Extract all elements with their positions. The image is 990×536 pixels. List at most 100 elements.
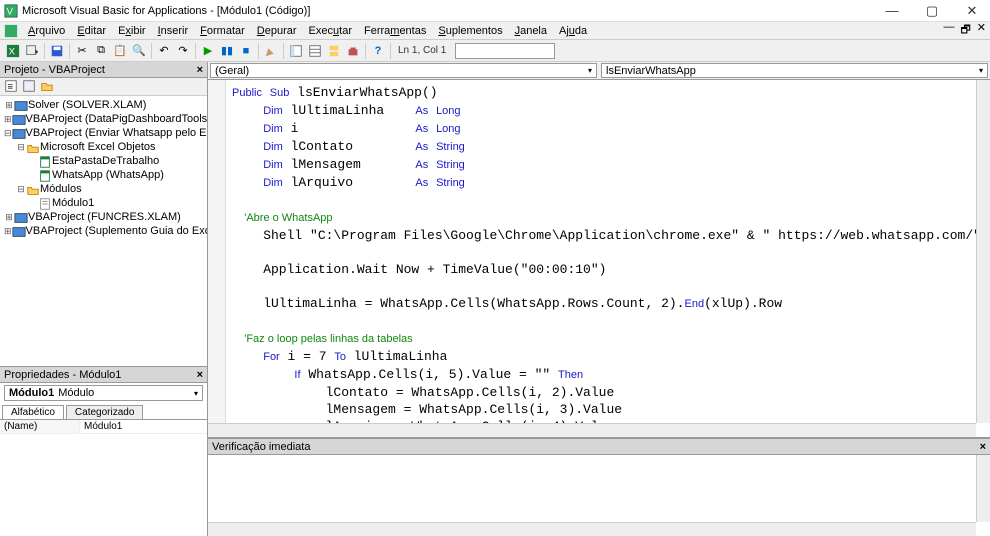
project-tree[interactable]: ⊞ Solver (SOLVER.XLAM)⊞VBAProject (DataPi…: [0, 96, 207, 366]
tree-node[interactable]: ⊟Módulos: [2, 182, 205, 196]
tree-node-label: VBAProject (Suplemento Guia do Excel.xla…: [26, 224, 207, 238]
toolbar-object-dropdown[interactable]: [455, 43, 555, 59]
object-browser-icon[interactable]: [325, 42, 343, 60]
tree-expander-icon[interactable]: ⊟: [4, 126, 12, 140]
chevron-down-icon: ▾: [194, 389, 198, 398]
tree-node[interactable]: ⊞ Solver (SOLVER.XLAM): [2, 98, 205, 112]
immediate-pane-close-icon[interactable]: ×: [980, 441, 986, 453]
proj-icon: [14, 99, 26, 111]
properties-tab-categorized[interactable]: Categorizado: [66, 405, 143, 419]
cut-icon[interactable]: ✂: [73, 42, 91, 60]
code-editor[interactable]: Public Sub lsEnviarWhatsApp() Dim lUltim…: [208, 80, 990, 438]
break-icon[interactable]: ▮▮: [218, 42, 236, 60]
menu-formatar[interactable]: Formatar: [194, 24, 251, 38]
menu-ferramentas[interactable]: Ferramentas: [358, 24, 432, 38]
code-object-combo[interactable]: (Geral) ▾: [210, 63, 597, 78]
tree-node[interactable]: ⊟Microsoft Excel Objetos: [2, 140, 205, 154]
menu-arquivo[interactable]: Arquivo: [22, 24, 71, 38]
properties-grid[interactable]: (Name) Módulo1: [0, 420, 207, 536]
menu-executar[interactable]: Executar: [303, 24, 358, 38]
maximize-button[interactable]: ▢: [918, 3, 946, 19]
properties-combo-name: Módulo1: [9, 387, 54, 399]
code-procedure-value: lsEnviarWhatsApp: [606, 65, 696, 77]
tree-node[interactable]: EstaPastaDeTrabalho: [2, 154, 205, 168]
tree-node-label: WhatsApp (WhatsApp): [52, 168, 164, 182]
toggle-folders-icon[interactable]: [40, 79, 56, 95]
insert-dropdown-icon[interactable]: [23, 42, 41, 60]
tree-node[interactable]: WhatsApp (WhatsApp): [2, 168, 205, 182]
code-object-value: (Geral): [215, 65, 249, 77]
vertical-scrollbar[interactable]: [976, 80, 990, 423]
module-icon: [38, 197, 50, 209]
copy-icon[interactable]: ⧉: [92, 42, 110, 60]
reset-icon[interactable]: ■: [237, 42, 255, 60]
paste-icon[interactable]: 📋: [111, 42, 129, 60]
proj-icon: [12, 225, 24, 237]
tree-expander-icon[interactable]: ⊞: [4, 210, 14, 224]
vertical-scrollbar[interactable]: [976, 455, 990, 522]
proj-icon: [12, 127, 24, 139]
properties-object-combo[interactable]: Módulo1 Módulo ▾: [4, 385, 203, 401]
design-mode-icon[interactable]: [262, 42, 280, 60]
mdi-restore-button[interactable]: 🗗: [960, 21, 970, 40]
close-button[interactable]: ✕: [958, 3, 986, 19]
property-value[interactable]: Módulo1: [80, 420, 207, 433]
svg-text:V: V: [7, 6, 14, 17]
project-explorer-icon[interactable]: [287, 42, 305, 60]
tree-expander-icon[interactable]: ⊟: [16, 140, 26, 154]
mdi-minimize-button[interactable]: —: [943, 21, 954, 40]
save-icon[interactable]: [48, 42, 66, 60]
code-margin: [208, 80, 226, 437]
tree-node[interactable]: ⊟VBAProject (Enviar Whatsapp pelo Excel …: [2, 126, 205, 140]
vba-app-icon: V: [4, 4, 18, 18]
tree-node-label: Solver (SOLVER.XLAM): [28, 98, 146, 112]
sheet-icon: [38, 155, 50, 167]
horizontal-scrollbar[interactable]: [208, 423, 976, 437]
immediate-window[interactable]: [208, 455, 990, 536]
tree-node[interactable]: Módulo1: [2, 196, 205, 210]
menu-depurar[interactable]: Depurar: [251, 24, 303, 38]
tree-expander-icon[interactable]: ⊞: [4, 98, 14, 112]
tree-node[interactable]: ⊞VBAProject (FUNCRES.XLAM): [2, 210, 205, 224]
menu-janela[interactable]: Janela: [509, 24, 553, 38]
proj-icon: [12, 113, 24, 125]
find-icon[interactable]: 🔍: [130, 42, 148, 60]
mdi-system-icon[interactable]: [4, 24, 18, 38]
undo-icon[interactable]: ↶: [155, 42, 173, 60]
run-icon[interactable]: ▶: [199, 42, 217, 60]
svg-text:X: X: [9, 46, 16, 57]
svg-text:≡: ≡: [8, 81, 14, 92]
properties-pane-title: Propriedades - Módulo1: [4, 369, 121, 381]
properties-combo-type: Módulo: [58, 387, 94, 399]
view-code-icon[interactable]: ≡: [4, 79, 20, 95]
project-pane-close-icon[interactable]: ×: [197, 64, 203, 76]
menu-exibir[interactable]: Exibir: [112, 24, 152, 38]
tree-expander-icon[interactable]: ⊞: [4, 224, 12, 238]
menu-editar[interactable]: Editar: [71, 24, 112, 38]
horizontal-scrollbar[interactable]: [208, 522, 976, 536]
proj-icon: [14, 211, 26, 223]
tree-expander-icon[interactable]: ⊟: [16, 182, 26, 196]
menu-ajuda[interactable]: Ajuda: [553, 24, 593, 38]
tree-expander-icon[interactable]: ⊞: [4, 112, 12, 126]
menu-suplementos[interactable]: Suplementos: [432, 24, 508, 38]
help-icon[interactable]: ?: [369, 42, 387, 60]
minimize-button[interactable]: —: [878, 3, 906, 19]
properties-pane-header: Propriedades - Módulo1 ×: [0, 367, 207, 383]
properties-tab-alphabetic[interactable]: Alfabético: [2, 405, 64, 419]
properties-pane-close-icon[interactable]: ×: [197, 369, 203, 381]
tree-node[interactable]: ⊞ VBAProject (Suplemento Guia do Excel.xl…: [2, 224, 205, 238]
view-excel-icon[interactable]: X: [4, 42, 22, 60]
mdi-close-button[interactable]: ✕: [977, 21, 986, 40]
chevron-down-icon: ▾: [979, 66, 983, 75]
toolbox-icon[interactable]: [344, 42, 362, 60]
properties-icon[interactable]: [306, 42, 324, 60]
property-row: (Name) Módulo1: [0, 420, 207, 434]
redo-icon[interactable]: ↷: [174, 42, 192, 60]
code-procedure-combo[interactable]: lsEnviarWhatsApp ▾: [601, 63, 988, 78]
tree-node-label: EstaPastaDeTrabalho: [52, 154, 159, 168]
tree-node[interactable]: ⊞VBAProject (DataPigDashboardTools.xlam): [2, 112, 205, 126]
view-object-icon[interactable]: [22, 79, 38, 95]
menu-inserir[interactable]: Inserir: [152, 24, 195, 38]
immediate-pane-header: Verificação imediata ×: [208, 439, 990, 455]
